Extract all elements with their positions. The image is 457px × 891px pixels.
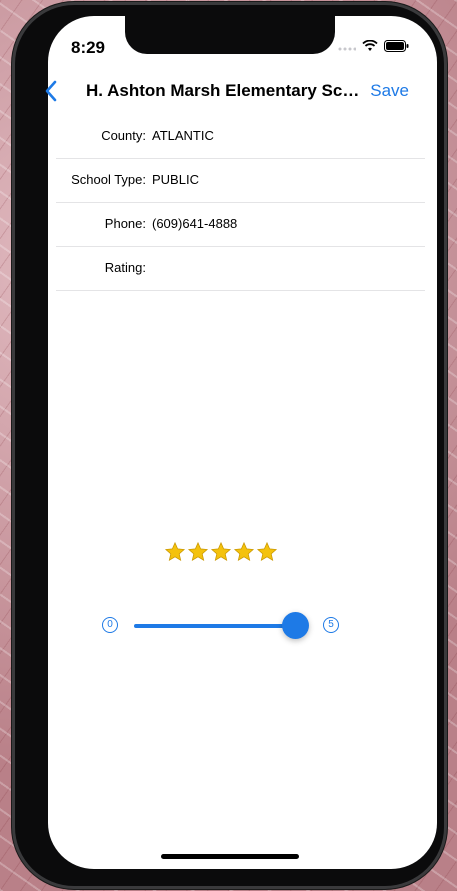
phone-label: Phone: bbox=[104, 216, 146, 231]
star-icon bbox=[233, 541, 255, 562]
wifi-icon bbox=[362, 40, 378, 51]
rating-slider-track[interactable] bbox=[134, 624, 296, 628]
detail-row-county: County: ATLANTIC bbox=[56, 114, 425, 159]
county-label: County: bbox=[101, 128, 146, 143]
page-title: H. Ashton Marsh Elementary Sch... bbox=[86, 81, 366, 100]
signal-icon bbox=[338, 47, 356, 51]
detail-row-rating: Rating: bbox=[56, 246, 425, 291]
school-type-label: School Type: bbox=[71, 172, 146, 187]
school-type-value: PUBLIC bbox=[152, 172, 199, 187]
status-icons bbox=[338, 40, 409, 52]
star-icon bbox=[164, 541, 186, 562]
slider-min-label: 0 bbox=[102, 617, 118, 633]
save-button[interactable]: Save bbox=[370, 81, 409, 101]
home-indicator[interactable] bbox=[161, 854, 299, 859]
navigation-bar: H. Ashton Marsh Elementary Sch... Save bbox=[36, 72, 425, 112]
status-time: 8:29 bbox=[70, 38, 106, 57]
battery-icon bbox=[384, 40, 409, 52]
chevron-left-icon bbox=[45, 80, 57, 102]
detail-row-phone: Phone: (609)641-4888 bbox=[56, 202, 425, 247]
county-value: ATLANTIC bbox=[152, 128, 214, 143]
rating-slider-knob[interactable] bbox=[282, 612, 309, 639]
star-icon bbox=[210, 541, 232, 562]
notch bbox=[125, 14, 335, 54]
rating-label: Rating: bbox=[104, 260, 146, 275]
star-rating bbox=[164, 541, 278, 563]
slider-max-label: 5 bbox=[323, 617, 339, 633]
detail-row-school-type: School Type: PUBLIC bbox=[56, 158, 425, 203]
back-button[interactable] bbox=[44, 80, 58, 107]
star-icon bbox=[256, 541, 278, 562]
star-icon bbox=[187, 541, 209, 562]
phone-value[interactable]: (609)641-4888 bbox=[152, 216, 237, 231]
